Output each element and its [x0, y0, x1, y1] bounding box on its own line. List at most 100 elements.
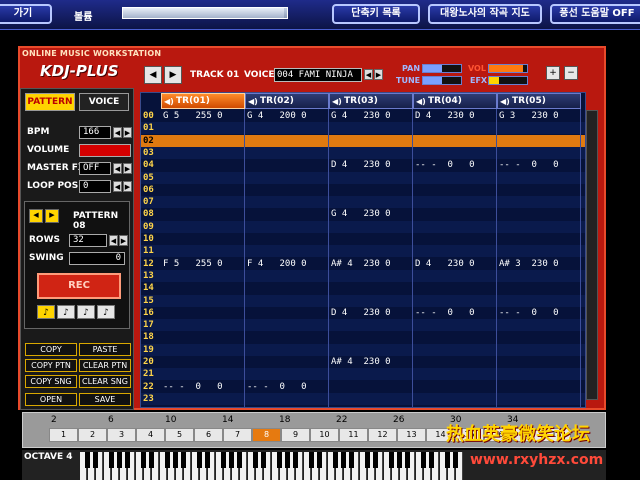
- master-fx-field[interactable]: OFF: [79, 162, 111, 175]
- tab-voice[interactable]: VOICE: [79, 93, 129, 111]
- piano-black-key[interactable]: [109, 452, 114, 468]
- piano-black-key[interactable]: [309, 452, 314, 468]
- rows-field[interactable]: 32: [69, 234, 107, 247]
- note-cell[interactable]: A# 4 230 0: [331, 258, 415, 270]
- rows-up-arrow-icon[interactable]: ▶: [119, 235, 128, 246]
- piano-black-key[interactable]: [261, 452, 266, 468]
- pattern-row[interactable]: 21: [141, 368, 585, 381]
- voice-select[interactable]: 004 FAMI NINJA: [274, 68, 362, 82]
- pattern-next-icon[interactable]: ▶: [45, 209, 59, 223]
- piano-black-key[interactable]: [429, 452, 434, 468]
- track-header-5[interactable]: ◀) TR(05): [497, 93, 581, 109]
- note-cell[interactable]: D 4 230 0: [415, 110, 499, 122]
- timeline-segment[interactable]: 12: [368, 428, 397, 442]
- copy-song-button[interactable]: COPY SNG: [25, 375, 77, 388]
- piano-black-key[interactable]: [285, 452, 290, 468]
- timeline-segment[interactable]: 2: [78, 428, 107, 442]
- piano-black-key[interactable]: [221, 452, 226, 468]
- timeline-segment[interactable]: 5: [165, 428, 194, 442]
- timeline-segment[interactable]: 1: [49, 428, 78, 442]
- master-fx-up-arrow-icon[interactable]: ▶: [123, 163, 132, 174]
- pattern-row[interactable]: 15: [141, 294, 585, 307]
- timeline-segment[interactable]: 4: [136, 428, 165, 442]
- piano-black-key[interactable]: [373, 452, 378, 468]
- clear-song-button[interactable]: CLEAR SNG: [79, 375, 131, 388]
- timeline-segment[interactable]: 7: [223, 428, 252, 442]
- piano-black-key[interactable]: [333, 452, 338, 468]
- track-prev-icon[interactable]: ◀: [144, 66, 162, 84]
- piano-black-key[interactable]: [253, 452, 258, 468]
- speaker-icon[interactable]: ◀): [332, 95, 342, 109]
- pattern-row[interactable]: 02: [141, 134, 585, 147]
- note-length-1-icon[interactable]: ♪: [37, 305, 55, 319]
- note-cell[interactable]: -- - 0 0: [415, 307, 499, 319]
- pattern-row[interactable]: 01: [141, 122, 585, 135]
- note-cell[interactable]: G 4 200 0: [247, 110, 331, 122]
- pattern-row[interactable]: 20 A# 4 230 0: [141, 356, 585, 368]
- piano-black-key[interactable]: [237, 452, 242, 468]
- bpm-field[interactable]: 166: [79, 126, 111, 139]
- piano-black-key[interactable]: [125, 452, 130, 468]
- note-cell[interactable]: -- - 0 0: [499, 307, 583, 319]
- tune-meter[interactable]: [422, 76, 462, 85]
- piano-black-key[interactable]: [229, 452, 234, 468]
- loop-pos-field[interactable]: 0: [79, 180, 111, 193]
- note-cell[interactable]: A# 4 230 0: [331, 356, 415, 368]
- piano-black-key[interactable]: [365, 452, 370, 468]
- piano-black-key[interactable]: [389, 452, 394, 468]
- piano-black-key[interactable]: [349, 452, 354, 468]
- master-fx-down-arrow-icon[interactable]: ◀: [113, 163, 122, 174]
- note-cell[interactable]: A# 3 230 0: [499, 258, 583, 270]
- copy-pattern-button[interactable]: COPY PTN: [25, 359, 77, 372]
- pattern-row[interactable]: 09: [141, 220, 585, 233]
- note-cell[interactable]: D 4 230 0: [415, 258, 499, 270]
- rows-down-arrow-icon[interactable]: ◀: [109, 235, 118, 246]
- paste-button[interactable]: PASTE: [79, 343, 131, 356]
- copy-button[interactable]: COPY: [25, 343, 77, 356]
- pattern-row[interactable]: 23: [141, 392, 585, 405]
- efx-meter[interactable]: [488, 76, 528, 85]
- piano-black-key[interactable]: [197, 452, 202, 468]
- pattern-row[interactable]: 04 D 4 230 0 -- - 0 0 -- - 0 0: [141, 159, 585, 171]
- loop-pos-down-arrow-icon[interactable]: ◀: [113, 181, 122, 192]
- bpm-up-arrow-icon[interactable]: ▶: [123, 127, 132, 138]
- piano-black-key[interactable]: [317, 452, 322, 468]
- back-button[interactable]: 가기: [0, 4, 52, 24]
- swing-field[interactable]: 0: [69, 252, 125, 265]
- note-length-3-icon[interactable]: ♪: [77, 305, 95, 319]
- note-cell[interactable]: G 3 230 0: [499, 110, 583, 122]
- piano-black-key[interactable]: [445, 452, 450, 468]
- track-header-2[interactable]: ◀) TR(02): [245, 93, 329, 109]
- timeline-segment[interactable]: 3: [107, 428, 136, 442]
- piano-black-key[interactable]: [165, 452, 170, 468]
- note-cell[interactable]: F 5 255 0: [163, 258, 247, 270]
- volume-slider[interactable]: [122, 7, 288, 19]
- pattern-row[interactable]: 11: [141, 245, 585, 258]
- pattern-row[interactable]: 00 G 5 255 0G 4 200 0G 4 230 0D 4 230 0G …: [141, 110, 585, 122]
- note-cell[interactable]: G 4 230 0: [331, 208, 415, 220]
- note-cell[interactable]: D 4 230 0: [331, 159, 415, 171]
- speaker-icon[interactable]: ◀): [248, 95, 258, 109]
- bpm-down-arrow-icon[interactable]: ◀: [113, 127, 122, 138]
- note-cell[interactable]: F 4 200 0: [247, 258, 331, 270]
- track-next-icon[interactable]: ▶: [164, 66, 182, 84]
- pattern-row[interactable]: 14: [141, 282, 585, 294]
- pattern-row[interactable]: 10: [141, 233, 585, 245]
- open-button[interactable]: OPEN: [25, 393, 77, 406]
- piano-black-key[interactable]: [93, 452, 98, 468]
- voice-next-icon[interactable]: ▶: [374, 69, 383, 80]
- volume-meter[interactable]: [79, 144, 131, 157]
- clear-pattern-button[interactable]: CLEAR PTN: [79, 359, 131, 372]
- piano-black-key[interactable]: [205, 452, 210, 468]
- bubble-help-button[interactable]: 풍선 도움말 OFF: [550, 4, 640, 24]
- note-cell[interactable]: -- - 0 0: [163, 381, 247, 393]
- rec-button[interactable]: REC: [37, 273, 121, 299]
- track-header-4[interactable]: ◀) TR(04): [413, 93, 497, 109]
- piano-black-key[interactable]: [453, 452, 458, 468]
- pattern-row[interactable]: 03: [141, 146, 585, 159]
- composition-guide-button[interactable]: 대왕노사의 작곡 지도: [428, 4, 542, 24]
- shortcut-list-button[interactable]: 단축키 목록: [332, 4, 420, 24]
- piano-black-key[interactable]: [117, 452, 122, 468]
- pattern-row[interactable]: 08 G 4 230 0: [141, 208, 585, 220]
- timeline-segment[interactable]: 6: [194, 428, 223, 442]
